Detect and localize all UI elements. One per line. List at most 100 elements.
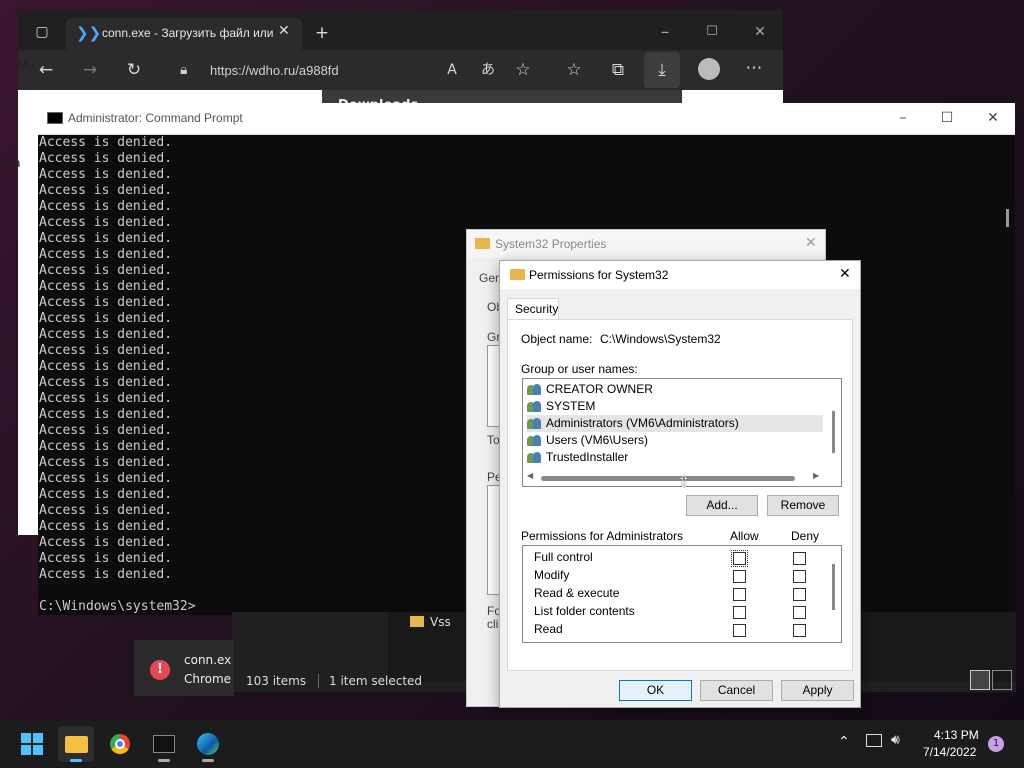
notification-badge[interactable]: 1 [988, 736, 1004, 752]
close-icon[interactable]: ✕ [805, 235, 817, 251]
tab-actions-icon[interactable]: ▢ [30, 22, 54, 42]
translate-icon[interactable]: あ [476, 60, 500, 80]
user-name: Users (VM6\Users) [546, 433, 649, 447]
maximize-icon[interactable]: ☐ [700, 22, 724, 42]
add-button[interactable]: Add... [686, 495, 758, 516]
allow-checkbox[interactable] [733, 588, 746, 601]
user-list-hscroll[interactable]: ◀ ▶ [525, 471, 821, 485]
network-icon[interactable] [866, 734, 882, 747]
show-hidden-icons[interactable]: ⌃ [838, 734, 850, 750]
close-window-icon[interactable]: ✕ [748, 22, 772, 42]
downloads-button[interactable]: ⤓ [644, 52, 680, 88]
deny-checkbox[interactable] [793, 552, 806, 565]
user-group-icon [527, 400, 543, 413]
label: To [487, 433, 500, 447]
error-icon: ! [150, 660, 170, 680]
allow-checkbox[interactable] [733, 624, 746, 637]
new-tab-icon[interactable]: + [310, 23, 334, 43]
page-text: My [18, 58, 34, 72]
permission-label: Read [534, 622, 563, 636]
close-icon[interactable]: ✕ [839, 266, 851, 282]
user-name: SYSTEM [546, 399, 596, 413]
download-icon: ⤓ [658, 60, 666, 80]
site-favicon-icon: ❯❯ [76, 24, 102, 42]
deny-checkbox[interactable] [793, 588, 806, 601]
deny-checkbox[interactable] [793, 624, 806, 637]
allow-checkbox[interactable] [733, 570, 746, 583]
cmd-output-line: Access is denied. [39, 135, 173, 150]
deny-checkbox[interactable] [793, 606, 806, 619]
favorites-icon[interactable]: ☆ [562, 60, 586, 80]
tab-label: Security [515, 302, 559, 316]
permissions-for-label: Permissions for Administrators [521, 529, 684, 543]
user-group-icon [527, 417, 543, 430]
status-items-count: 103 items [246, 674, 307, 688]
clock-time[interactable]: 4:13 PM [934, 728, 979, 742]
read-aloud-icon[interactable]: A [440, 60, 464, 80]
start-button[interactable] [14, 726, 50, 762]
user-list-item[interactable]: Administrators (VM6\Administrators) [527, 415, 823, 432]
permission-list: Full control Modify Read & execute List fol… [522, 545, 842, 643]
user-group-icon [527, 451, 543, 464]
tab-general[interactable]: Gene [479, 271, 501, 285]
clock-date[interactable]: 7/14/2022 [923, 745, 976, 759]
apply-button[interactable]: Apply [781, 680, 854, 701]
tab-security[interactable]: Security [507, 298, 559, 320]
allow-checkbox[interactable] [733, 606, 746, 619]
ok-button[interactable]: OK [619, 680, 692, 701]
download-notification[interactable]: ! conn.ex Chrome [134, 640, 234, 696]
file-explorer-taskbar[interactable] [58, 726, 94, 762]
cmd-icon [47, 112, 63, 124]
back-icon[interactable]: ← [34, 60, 58, 80]
browser-toolbar: ← → ↻ 🔒︎ https://wdho.ru/a988fd A あ ☆ ☆ … [18, 50, 783, 90]
forward-icon[interactable]: → [78, 60, 102, 80]
chrome-taskbar[interactable] [102, 726, 138, 762]
perm-title-bar: Permissions for System32 ✕ [500, 261, 860, 289]
props-title-bar: System32 Properties ✕ [467, 230, 825, 258]
perm-list-vscroll[interactable] [827, 548, 840, 640]
more-options-icon[interactable]: ⋯ [742, 58, 766, 78]
page-text: Da [4, 156, 21, 170]
close-icon[interactable]: ✕ [978, 110, 1008, 126]
deny-header: Deny [791, 529, 820, 543]
browser-tab-bar: ▢ ❯❯ conn.exe - Загрузить файл или с ✕ +… [18, 10, 783, 50]
perm-title: Permissions for System32 [529, 268, 669, 282]
collections-icon[interactable]: ⧉ [606, 60, 630, 80]
volume-icon[interactable]: 🔊︎ [891, 732, 900, 748]
cancel-button[interactable]: Cancel [700, 680, 773, 701]
user-name: Administrators (VM6\Administrators) [546, 416, 739, 430]
tiles-view-icon[interactable] [992, 670, 1012, 690]
browser-tab[interactable]: ❯❯ conn.exe - Загрузить файл или с ✕ [66, 18, 302, 50]
mouse-cursor-icon: ⇧ [677, 472, 691, 491]
cmd-scrollbar[interactable] [1000, 135, 1015, 615]
user-list-item[interactable]: SYSTEM [527, 398, 823, 415]
close-tab-icon[interactable]: ✕ [278, 23, 290, 39]
folder-name[interactable]: Vss [430, 615, 451, 629]
allow-checkbox[interactable] [731, 550, 748, 567]
terminal-taskbar[interactable] [146, 726, 182, 762]
minimize-icon[interactable]: – [888, 110, 918, 126]
user-list-item[interactable]: CREATOR OWNER [527, 381, 823, 398]
deny-checkbox[interactable] [793, 570, 806, 583]
user-list-item[interactable]: TrustedInstaller [527, 449, 823, 466]
notify-text: conn.ex [184, 653, 232, 667]
url-text: https://wdho.ru/a988fd [210, 63, 339, 78]
props-title: System32 Properties [495, 237, 607, 251]
tab-title: conn.exe - Загрузить файл или с [102, 26, 274, 40]
user-list-item[interactable]: Users (VM6\Users) [527, 432, 823, 449]
cmd-output-line: Access is denied. [39, 151, 173, 166]
cmd-output-line: Access is denied. [39, 199, 173, 214]
status-selected: 1 item selected [318, 674, 422, 688]
profile-avatar[interactable] [698, 58, 720, 80]
edge-taskbar[interactable] [190, 726, 226, 762]
permission-label: Modify [534, 568, 570, 582]
minimize-icon[interactable]: – [653, 22, 677, 42]
add-favorite-icon[interactable]: ☆ [511, 60, 535, 80]
refresh-icon[interactable]: ↻ [122, 60, 146, 80]
notify-text: Chrome [184, 672, 232, 686]
maximize-icon[interactable]: ☐ [932, 110, 962, 126]
user-list-vscroll[interactable] [827, 381, 840, 469]
remove-button[interactable]: Remove [767, 495, 839, 516]
details-view-icon[interactable] [970, 670, 990, 690]
folder-icon [510, 269, 525, 280]
